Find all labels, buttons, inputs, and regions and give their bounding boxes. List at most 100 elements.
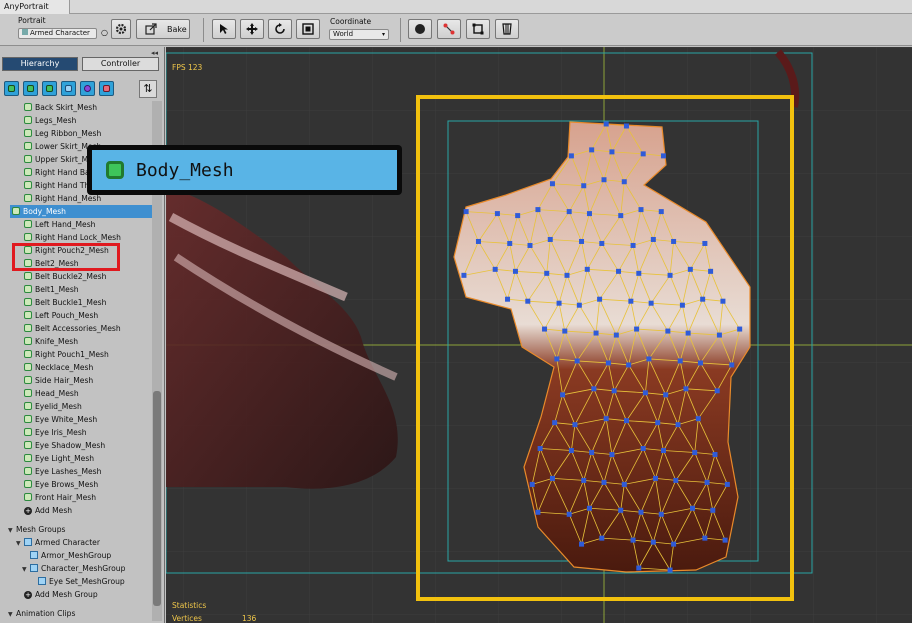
mesh-vertex[interactable] [626,362,632,368]
mesh-vertex[interactable] [714,388,720,394]
mesh-vertex[interactable] [677,358,683,364]
bake-button[interactable]: Bake [136,19,190,39]
mesh-vertex[interactable] [586,505,592,511]
tree-item-mesh[interactable]: Eye Lashes_Mesh [24,465,101,478]
mesh-vertex[interactable] [591,386,597,392]
expand-arrow-icon[interactable]: ▼ [8,608,16,621]
mesh-vertex[interactable] [638,509,644,515]
mesh-vertex[interactable] [609,452,615,458]
tree-item-mesh[interactable]: Front Hair_Mesh [24,491,96,504]
mesh-vertex[interactable] [568,153,574,159]
add-mesh-button[interactable]: + Add Mesh [24,504,72,517]
mesh-vertex[interactable] [564,272,570,278]
window-tab[interactable]: AnyPortrait [0,0,70,14]
mesh-vertex[interactable] [549,181,555,187]
tree-item-mesh[interactable]: Eyelid_Mesh [24,400,82,413]
mesh-vertex[interactable] [613,332,619,338]
mesh-vertex[interactable] [638,207,644,213]
tree-item-mesh[interactable]: Back Skirt_Mesh [24,101,97,114]
mesh-vertex[interactable] [568,448,574,454]
onion-skin-button[interactable] [408,19,432,39]
tree-item-meshgroup[interactable]: ▼ Character_MeshGroup [22,562,125,575]
mesh-vertex[interactable] [685,330,691,336]
mesh-vertex[interactable] [507,240,513,246]
mesh-vertex[interactable] [665,328,671,334]
mesh-vertex[interactable] [611,388,617,394]
sort-button[interactable]: ⇅ [139,80,157,98]
mesh-vertex[interactable] [690,505,696,511]
mesh-vertex[interactable] [636,565,642,571]
collapse-panel-icon[interactable]: ◂◂ [151,49,158,57]
tree-section-mesh-groups[interactable]: ▼ Mesh Groups [8,523,65,536]
mesh-vertex[interactable] [650,236,656,242]
select-tool-button[interactable] [212,19,236,39]
mesh-vertex[interactable] [621,179,627,185]
mesh-vertex[interactable] [724,481,730,487]
mesh-vertex[interactable] [628,298,634,304]
mesh-vertex[interactable] [646,356,652,362]
mesh-vertex[interactable] [655,420,661,426]
mesh-vertex[interactable] [589,147,595,153]
mesh-vertex[interactable] [525,298,531,304]
mesh-vertex[interactable] [650,539,656,545]
mesh-vertex[interactable] [692,450,698,456]
tree-item-mesh[interactable]: Right Pouch1_Mesh [24,348,109,361]
mesh-vertex[interactable] [673,477,679,483]
mesh-vertex[interactable] [702,535,708,541]
tree-item-mesh[interactable]: Necklace_Mesh [24,361,93,374]
mesh-vertex[interactable] [716,332,722,338]
tab-hierarchy[interactable]: Hierarchy [2,57,78,71]
mesh-vertex[interactable] [505,296,511,302]
tree-item-mesh[interactable]: Eye Light_Mesh [24,452,94,465]
tree-item-mesh[interactable]: Belt Accessories_Mesh [24,322,121,335]
mesh-vertex[interactable] [729,362,735,368]
tree-section-animation-clips[interactable]: ▼ Animation Clips [8,607,75,620]
mesh-vertex[interactable] [623,123,629,129]
filter-group-button[interactable] [61,81,76,96]
tree-item-meshgroup[interactable]: Armor_MeshGroup [30,549,111,562]
tree-item-mesh[interactable]: Left Pouch_Mesh [24,309,98,322]
add-mesh-group-button[interactable]: + Add Mesh Group [24,588,98,601]
mesh-vertex[interactable] [609,149,615,155]
mesh-vertex[interactable] [605,360,611,366]
mesh-vertex[interactable] [679,302,685,308]
mesh-vertex[interactable] [579,238,585,244]
tree-item-mesh[interactable]: Eye Brows_Mesh [24,478,98,491]
mesh-vertex[interactable] [658,511,664,517]
portrait-selector[interactable]: Armed Character [18,28,97,39]
tree-item-mesh[interactable]: Legs_Mesh [24,114,76,127]
mesh-vertex[interactable] [597,296,603,302]
mesh-vertex[interactable] [589,450,595,456]
mesh-vertex[interactable] [642,390,648,396]
mesh-vertex[interactable] [653,475,659,481]
mesh-vertex[interactable] [584,266,590,272]
mesh-vertex[interactable] [630,537,636,543]
mesh-vertex[interactable] [601,177,607,183]
tree-item-meshgroup[interactable]: ▼ Armed Character [16,536,100,549]
filter-image-button[interactable] [4,81,19,96]
mesh-vertex[interactable] [537,446,543,452]
tree-item-mesh[interactable]: Eye Iris_Mesh [24,426,87,439]
tree-item-mesh[interactable]: Belt1_Mesh [24,283,79,296]
mesh-vertex[interactable] [712,452,718,458]
tab-controller[interactable]: Controller [82,57,159,71]
filter-mesh-button[interactable] [23,81,38,96]
mesh-vertex[interactable] [640,151,646,157]
tree-item-mesh[interactable]: Leg Ribbon_Mesh [24,127,101,140]
mesh-vertex[interactable] [603,121,609,127]
mesh-vertex[interactable] [574,358,580,364]
mesh-vertex[interactable] [572,422,578,428]
mesh-vertex[interactable] [671,541,677,547]
expand-arrow-icon[interactable]: ▼ [8,524,16,537]
mesh-vertex[interactable] [562,328,568,334]
mesh-vertex[interactable] [492,266,498,272]
mesh-vertex[interactable] [634,326,640,332]
mesh-vertex[interactable] [463,209,469,215]
mesh-vertex[interactable] [554,356,560,362]
mesh-vertex[interactable] [671,238,677,244]
rotate-tool-button[interactable] [268,19,292,39]
mesh-vertex[interactable] [675,422,681,428]
mesh-vertex[interactable] [475,238,481,244]
scale-tool-button[interactable] [296,19,320,39]
portrait-target-icon[interactable]: ○ [101,28,108,37]
